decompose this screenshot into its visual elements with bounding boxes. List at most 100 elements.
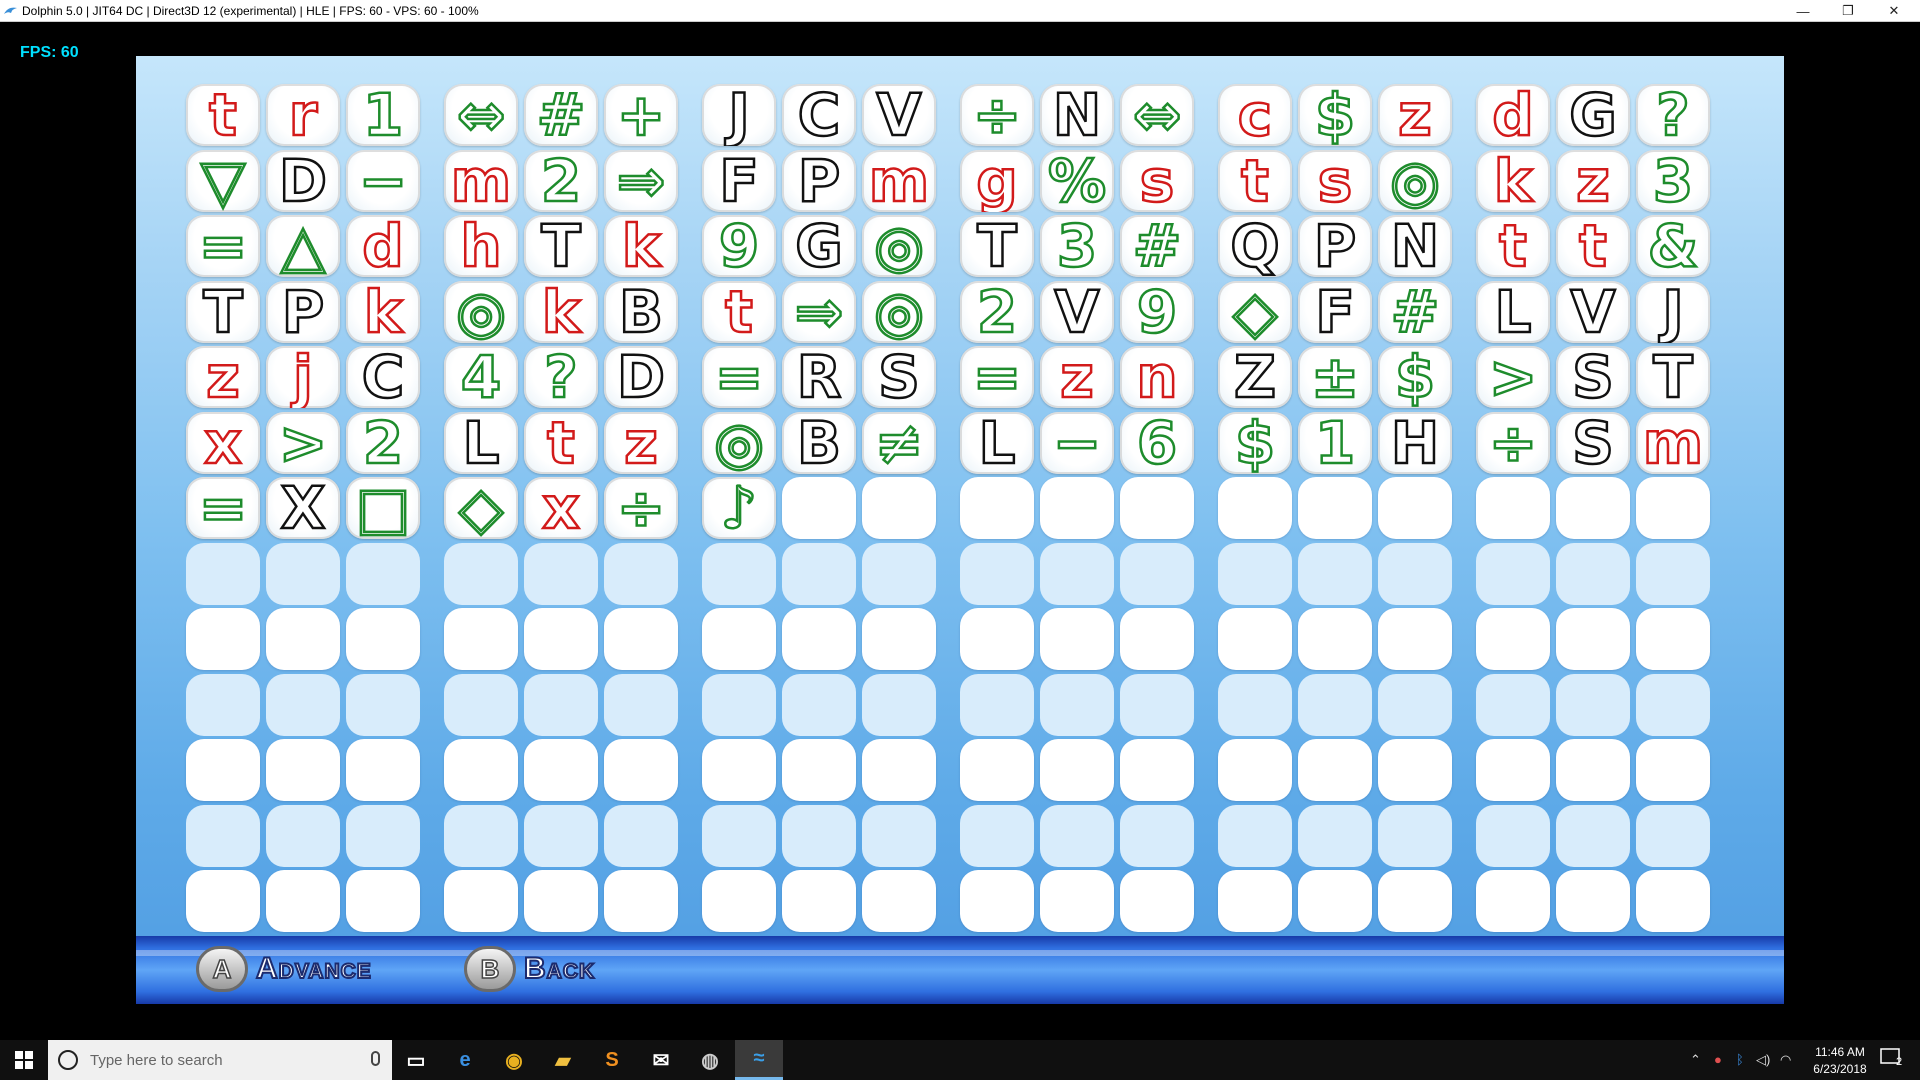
empty-tile[interactable] (604, 870, 678, 932)
mail-icon[interactable]: ✉ (637, 1040, 685, 1080)
symbol-tile[interactable]: ◎ (702, 411, 776, 474)
symbol-tile[interactable]: h (444, 215, 518, 277)
empty-tile[interactable] (524, 673, 598, 736)
symbol-tile[interactable]: z (604, 411, 678, 474)
empty-tile[interactable] (1556, 870, 1630, 932)
symbol-tile[interactable]: V (1556, 280, 1630, 343)
empty-tile[interactable] (1120, 477, 1194, 539)
empty-tile[interactable] (702, 804, 776, 867)
symbol-tile[interactable]: F (702, 149, 776, 212)
symbol-tile[interactable]: ⇒ (782, 280, 856, 343)
symbol-tile[interactable]: z (1556, 149, 1630, 212)
symbol-tile[interactable]: s (1298, 149, 1372, 212)
empty-tile[interactable] (960, 804, 1034, 867)
symbol-tile[interactable]: # (1120, 215, 1194, 277)
symbol-tile[interactable]: − (1040, 411, 1114, 474)
symbol-tile[interactable]: ≠ (862, 411, 936, 474)
symbol-tile[interactable]: 9 (702, 215, 776, 277)
empty-tile[interactable] (1120, 870, 1194, 932)
sublime-text-icon[interactable]: S (588, 1040, 636, 1080)
minimize-button[interactable]: — (1780, 0, 1826, 22)
empty-tile[interactable] (1556, 739, 1630, 801)
symbol-tile[interactable]: ▽ (186, 149, 260, 212)
empty-tile[interactable] (604, 542, 678, 605)
empty-tile[interactable] (266, 673, 340, 736)
symbol-tile[interactable]: T (1636, 346, 1710, 408)
symbol-tile[interactable]: S (1556, 346, 1630, 408)
symbol-tile[interactable]: t (524, 411, 598, 474)
empty-tile[interactable] (524, 804, 598, 867)
empty-tile[interactable] (186, 870, 260, 932)
empty-tile[interactable] (782, 477, 856, 539)
empty-tile[interactable] (1218, 608, 1292, 670)
empty-tile[interactable] (1556, 804, 1630, 867)
symbol-tile[interactable]: t (702, 280, 776, 343)
symbol-tile[interactable]: & (1636, 215, 1710, 277)
empty-tile[interactable] (1120, 673, 1194, 736)
empty-tile[interactable] (1378, 870, 1452, 932)
symbol-tile[interactable]: 2 (346, 411, 420, 474)
empty-tile[interactable] (1378, 608, 1452, 670)
empty-tile[interactable] (1298, 542, 1372, 605)
empty-tile[interactable] (1040, 870, 1114, 932)
symbol-tile[interactable]: > (1476, 346, 1550, 408)
symbol-tile[interactable]: j (266, 346, 340, 408)
wifi-icon[interactable]: ◠ (1780, 1052, 1791, 1068)
symbol-tile[interactable]: k (346, 280, 420, 343)
symbol-tile[interactable]: 1 (346, 84, 420, 146)
empty-tile[interactable] (1298, 804, 1372, 867)
empty-tile[interactable] (782, 673, 856, 736)
symbol-tile[interactable]: 3 (1636, 149, 1710, 212)
search-box[interactable]: Type here to search (48, 1040, 392, 1080)
symbol-tile[interactable]: 3 (1040, 215, 1114, 277)
empty-tile[interactable] (1636, 739, 1710, 801)
chevron-up-icon[interactable]: ⌃ (1690, 1052, 1701, 1068)
edge-icon[interactable]: e (441, 1040, 489, 1080)
empty-tile[interactable] (1556, 542, 1630, 605)
file-explorer-icon[interactable]: ▰ (539, 1040, 587, 1080)
empty-tile[interactable] (1218, 804, 1292, 867)
symbol-tile[interactable]: F (1298, 280, 1372, 343)
symbol-tile[interactable]: N (1378, 215, 1452, 277)
empty-tile[interactable] (444, 739, 518, 801)
symbol-tile[interactable]: ? (1636, 84, 1710, 146)
empty-tile[interactable] (1556, 673, 1630, 736)
empty-tile[interactable] (444, 608, 518, 670)
symbol-tile[interactable]: = (186, 477, 260, 539)
empty-tile[interactable] (1636, 477, 1710, 539)
symbol-tile[interactable]: D (604, 346, 678, 408)
symbol-tile[interactable]: ± (1298, 346, 1372, 408)
symbol-tile[interactable]: ♪ (702, 477, 776, 539)
empty-tile[interactable] (702, 673, 776, 736)
empty-tile[interactable] (266, 739, 340, 801)
empty-tile[interactable] (186, 673, 260, 736)
symbol-tile[interactable]: − (346, 149, 420, 212)
symbol-tile[interactable]: 2 (524, 149, 598, 212)
symbol-tile[interactable]: Q (1218, 215, 1292, 277)
symbol-tile[interactable]: B (604, 280, 678, 343)
symbol-tile[interactable]: m (862, 149, 936, 212)
security-icon[interactable]: ● (1714, 1052, 1722, 1067)
empty-tile[interactable] (1476, 804, 1550, 867)
empty-tile[interactable] (1298, 739, 1372, 801)
symbol-tile[interactable]: t (1218, 149, 1292, 212)
chrome-icon[interactable]: ◉ (490, 1040, 538, 1080)
empty-tile[interactable] (862, 804, 936, 867)
empty-tile[interactable] (862, 542, 936, 605)
empty-tile[interactable] (1476, 477, 1550, 539)
empty-tile[interactable] (444, 673, 518, 736)
symbol-tile[interactable]: g (960, 149, 1034, 212)
dolphin-icon[interactable]: ≈ (735, 1040, 783, 1080)
empty-tile[interactable] (1378, 477, 1452, 539)
symbol-tile[interactable]: ◎ (862, 280, 936, 343)
empty-tile[interactable] (1378, 673, 1452, 736)
symbol-tile[interactable]: z (186, 346, 260, 408)
empty-tile[interactable] (782, 542, 856, 605)
task-view-icon[interactable]: ▭ (392, 1040, 440, 1080)
empty-tile[interactable] (524, 870, 598, 932)
symbol-tile[interactable]: = (960, 346, 1034, 408)
empty-tile[interactable] (1636, 608, 1710, 670)
symbol-tile[interactable]: m (1636, 411, 1710, 474)
symbol-tile[interactable]: t (186, 84, 260, 146)
empty-tile[interactable] (346, 804, 420, 867)
